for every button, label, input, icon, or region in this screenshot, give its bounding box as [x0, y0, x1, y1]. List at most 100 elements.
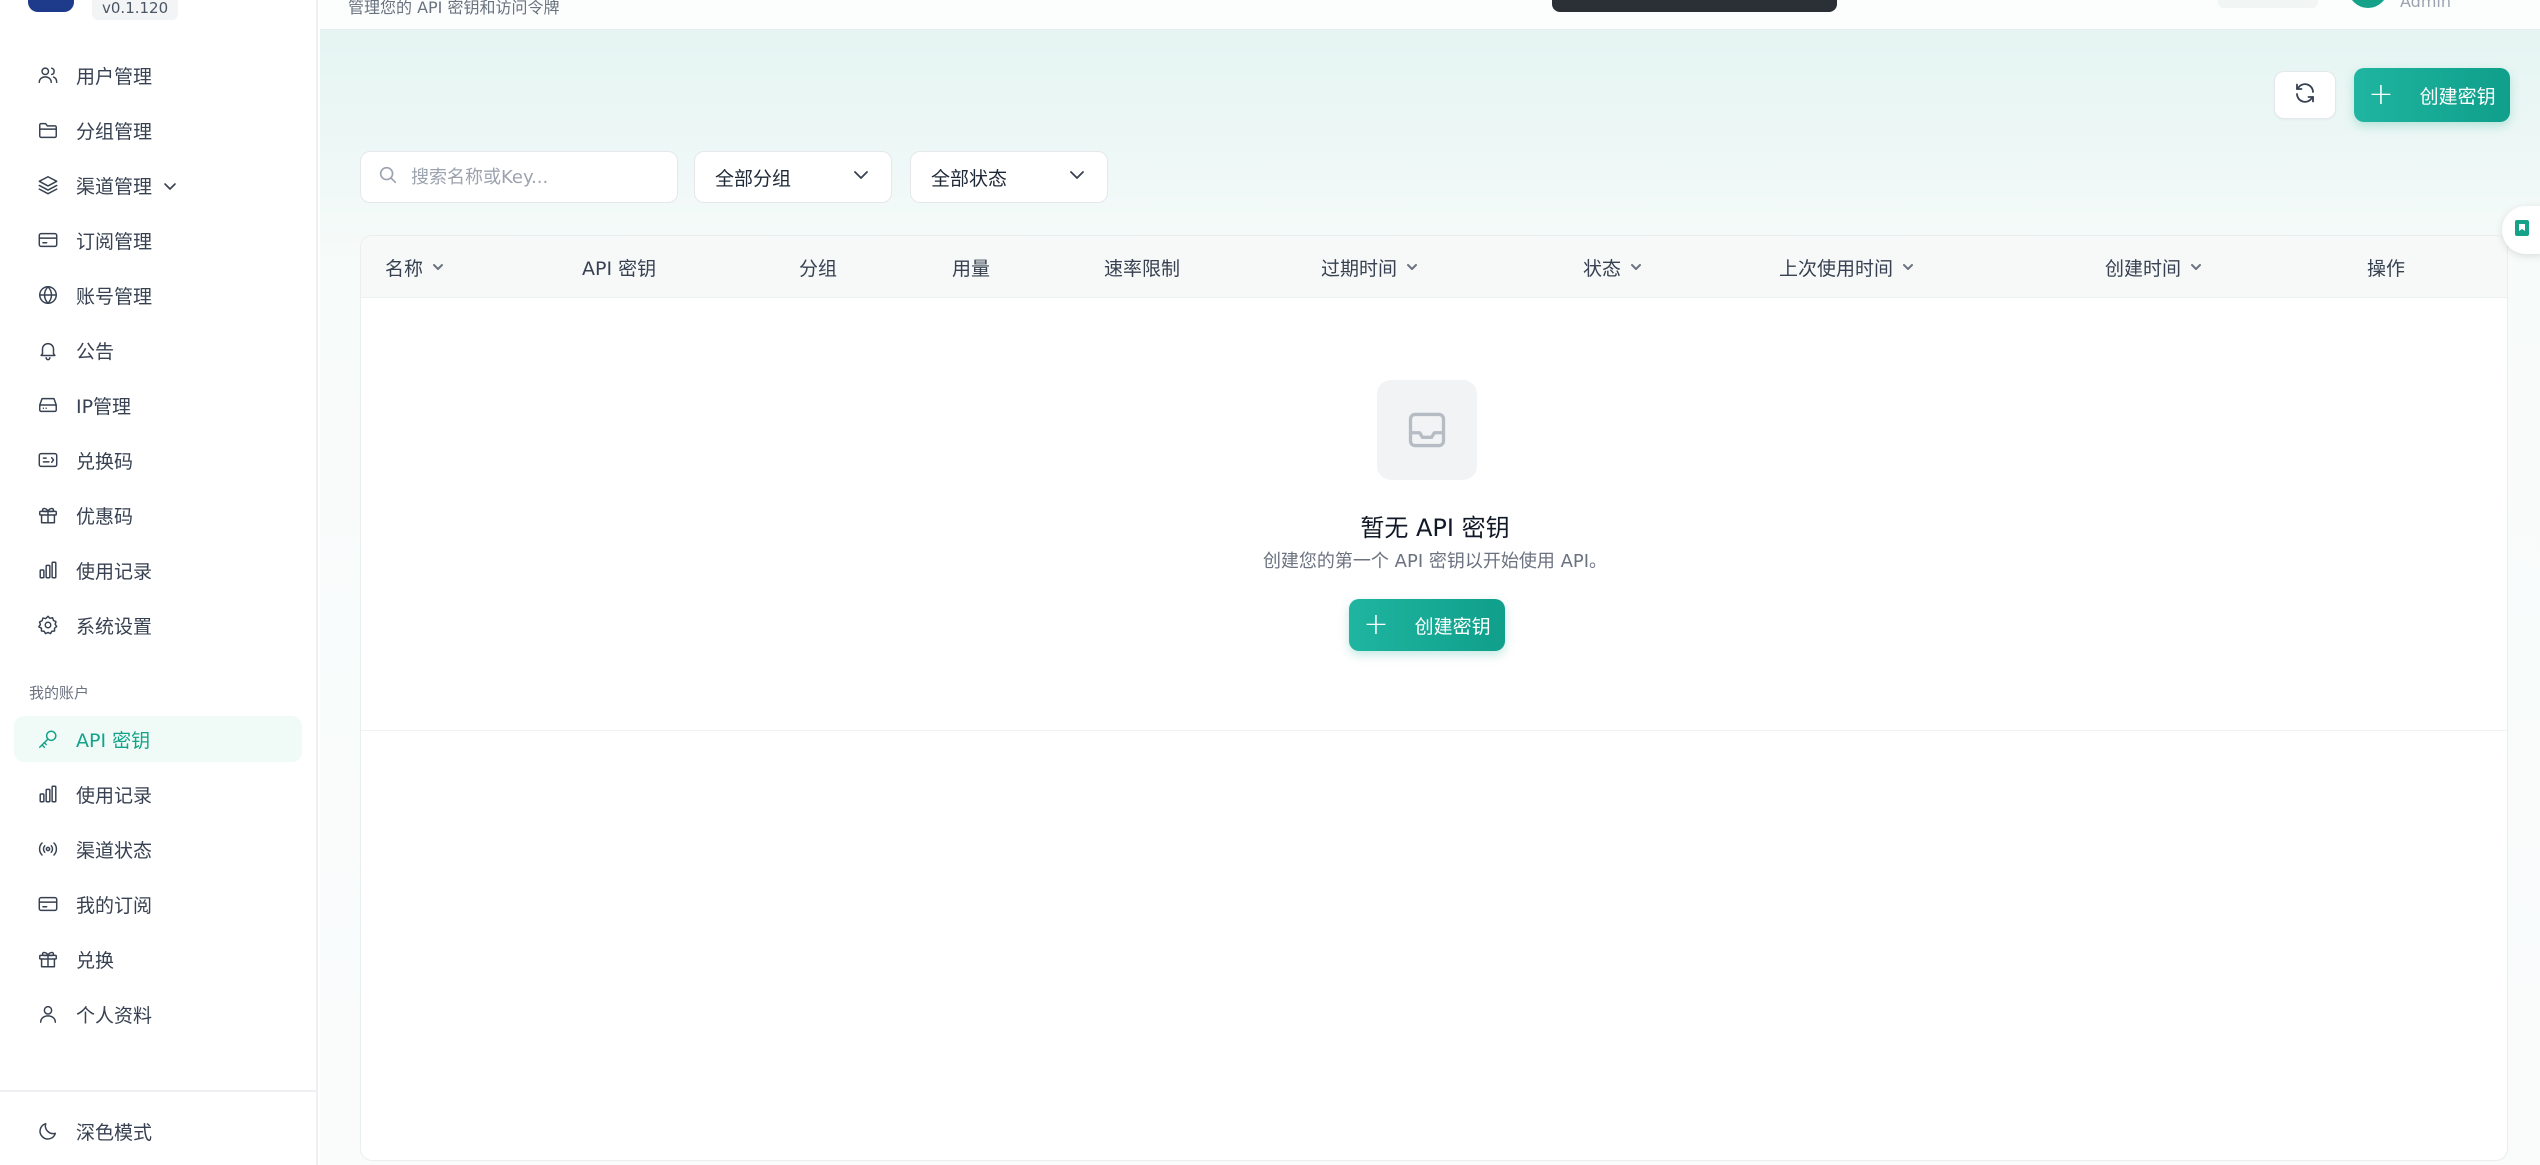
app-logo — [28, 0, 74, 12]
sidebar-item-channel-status[interactable]: 渠道状态 — [14, 826, 302, 872]
chevron-down-icon — [162, 177, 178, 193]
gift-icon — [36, 503, 60, 527]
api-keys-table: 名称 API 密钥 分组 用量 速率限制 过期时间 状态 上次使用时间 创建时间… — [360, 235, 2508, 1161]
bell-icon — [36, 338, 60, 362]
sidebar-item-settings[interactable]: 系统设置 — [14, 602, 302, 648]
key-icon — [36, 727, 60, 751]
empty-state-description: 创建您的第一个 API 密钥以开始使用 API。 — [1262, 551, 1608, 572]
sidebar-item-label: 使用记录 — [76, 560, 153, 583]
dark-mode-label: 深色模式 — [76, 1121, 153, 1144]
sidebar-item-label: 分组管理 — [76, 120, 153, 143]
column-label: 名称 — [385, 257, 424, 280]
bar-chart-icon — [36, 782, 60, 806]
section-label-my-account: 我的账户 — [29, 684, 90, 702]
group-filter-value: 全部分组 — [715, 167, 792, 190]
column-label: 上次使用时间 — [1779, 257, 1894, 280]
sidebar-item-label: 公告 — [76, 340, 115, 363]
sidebar-item-profile[interactable]: 个人资料 — [14, 991, 302, 1037]
avatar[interactable] — [2348, 0, 2388, 8]
search-field[interactable] — [360, 151, 678, 203]
group-filter-select[interactable]: 全部分组 — [694, 151, 892, 203]
empty-create-key-button[interactable]: + 创建密钥 — [1349, 599, 1505, 651]
sidebar-item-accounts[interactable]: 账号管理 — [14, 272, 302, 318]
column-label: 速率限制 — [1104, 257, 1181, 280]
column-label: API 密钥 — [582, 257, 657, 280]
create-key-button[interactable]: + 创建密钥 — [2354, 68, 2510, 122]
sidebar-item-label: 渠道管理 — [76, 175, 153, 198]
dark-mode-toggle[interactable]: 深色模式 — [14, 1108, 302, 1154]
inbox-icon — [1377, 380, 1477, 480]
ticket-icon — [36, 448, 60, 472]
empty-state-title: 暂无 API 密钥 — [1360, 514, 1510, 542]
server-icon — [36, 393, 60, 417]
sidebar-item-api-keys[interactable]: API 密钥 — [14, 716, 302, 762]
sidebar-item-redeem-codes[interactable]: 兑换码 — [14, 437, 302, 483]
sort-icon — [1903, 264, 1914, 270]
status-filter-select[interactable]: 全部状态 — [910, 151, 1108, 203]
search-input[interactable] — [411, 166, 671, 188]
sidebar-item-label: 兑换码 — [76, 450, 134, 473]
sidebar-item-ip[interactable]: IP管理 — [14, 382, 302, 428]
divider — [361, 730, 2507, 731]
sidebar-item-label: 渠道状态 — [76, 839, 153, 862]
sidebar-divider — [0, 1090, 318, 1092]
create-key-label: 创建密钥 — [2419, 85, 2496, 108]
column-header-name[interactable]: 名称 — [385, 236, 445, 298]
broadcast-icon — [36, 837, 60, 861]
page-subtitle: 管理您的 API 密钥和访问令牌 — [348, 0, 560, 17]
sidebar-item-announcements[interactable]: 公告 — [14, 327, 302, 373]
gear-icon — [36, 613, 60, 637]
sidebar-item-usage[interactable]: 使用记录 — [14, 547, 302, 593]
plus-icon: + — [2368, 77, 2394, 112]
column-header-expires[interactable]: 过期时间 — [1321, 236, 1419, 298]
table-header: 名称 API 密钥 分组 用量 速率限制 过期时间 状态 上次使用时间 创建时间… — [361, 236, 2507, 298]
bar-chart-icon — [36, 558, 60, 582]
column-header-rate-limit: 速率限制 — [1104, 236, 1180, 298]
column-label: 创建时间 — [2105, 257, 2182, 280]
sidebar-item-users[interactable]: 用户管理 — [14, 52, 302, 98]
sidebar-item-coupons[interactable]: 优惠码 — [14, 492, 302, 538]
main-content: 管理您的 API 密钥和访问令牌 Admin + 创建密钥 全部分组 全部状态 … — [320, 0, 2540, 1165]
column-header-created[interactable]: 创建时间 — [2105, 236, 2203, 298]
sidebar-item-redeem[interactable]: 兑换 — [14, 936, 302, 982]
sidebar-item-my-subscriptions[interactable]: 我的订阅 — [14, 881, 302, 927]
sidebar-item-subscriptions[interactable]: 订阅管理 — [14, 217, 302, 263]
sort-icon — [2191, 264, 2202, 270]
sidebar-item-groups[interactable]: 分组管理 — [14, 107, 302, 153]
sidebar-item-label: 优惠码 — [76, 505, 134, 528]
moon-icon — [36, 1119, 60, 1143]
version-badge: v0.1.120 — [92, 0, 179, 20]
topbar-chip[interactable] — [2218, 0, 2318, 8]
bookmark-icon — [2513, 219, 2531, 241]
column-header-actions: 操作 — [2367, 236, 2405, 298]
column-label: 用量 — [952, 257, 991, 280]
column-header-api-key: API 密钥 — [582, 236, 656, 298]
status-filter-value: 全部状态 — [931, 167, 1008, 190]
top-bar: 管理您的 API 密钥和访问令牌 Admin — [320, 0, 2540, 30]
refresh-icon — [2293, 81, 2317, 109]
column-label: 操作 — [2367, 257, 2406, 280]
refresh-button[interactable] — [2274, 71, 2336, 119]
sort-icon — [1407, 264, 1418, 270]
card-icon — [36, 892, 60, 916]
chevron-down-icon — [1067, 165, 1087, 190]
sidebar-item-label: 账号管理 — [76, 285, 153, 308]
column-label: 过期时间 — [1321, 257, 1398, 280]
users-icon — [36, 63, 60, 87]
column-label: 状态 — [1583, 257, 1622, 280]
chevron-down-icon — [851, 165, 871, 190]
user-name[interactable]: Admin — [2400, 0, 2451, 11]
brand: v0.1.120 — [28, 0, 179, 20]
sidebar: v0.1.120 用户管理 分组管理 渠道管理 订阅管理 账号管理 公告 IP管… — [0, 0, 318, 1165]
column-header-usage: 用量 — [952, 236, 990, 298]
toast-bar — [1552, 0, 1837, 12]
column-header-last-used[interactable]: 上次使用时间 — [1779, 236, 1915, 298]
sidebar-item-label: 使用记录 — [76, 784, 153, 807]
sidebar-item-my-usage[interactable]: 使用记录 — [14, 771, 302, 817]
card-icon — [36, 228, 60, 252]
sidebar-item-label: 用户管理 — [76, 65, 153, 88]
search-icon — [377, 164, 399, 190]
column-header-status[interactable]: 状态 — [1583, 236, 1643, 298]
sidebar-item-channels[interactable]: 渠道管理 — [14, 162, 302, 208]
sidebar-item-label: 我的订阅 — [76, 894, 153, 917]
